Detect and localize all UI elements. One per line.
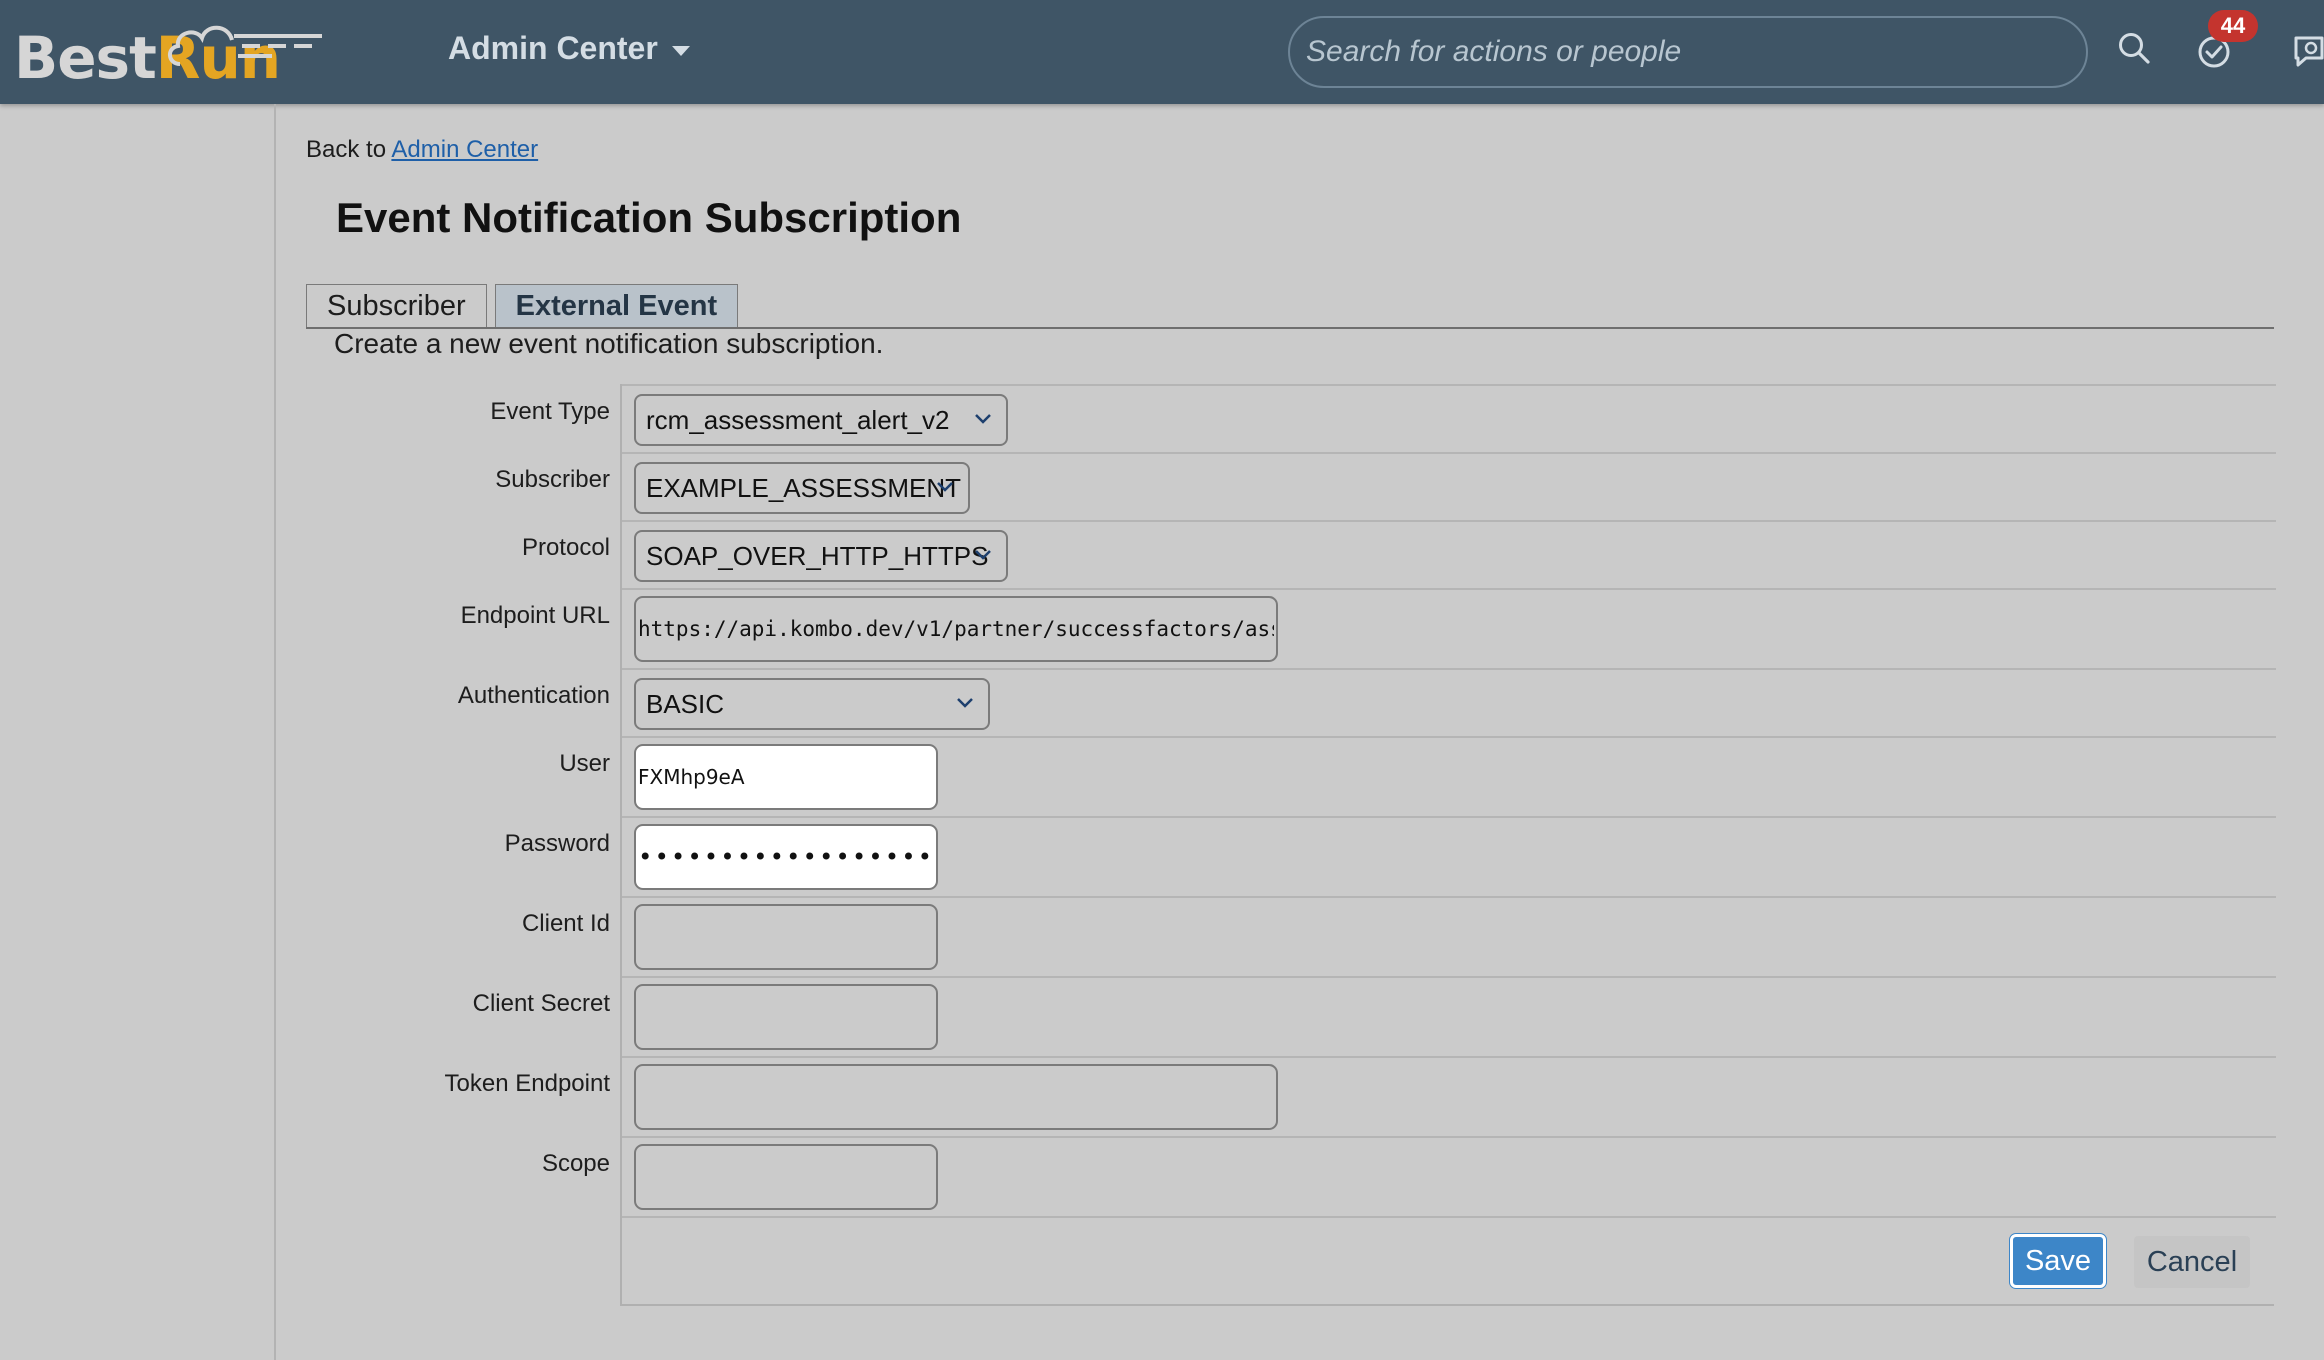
user-label: User xyxy=(559,750,610,777)
page-subtitle: Create a new event notification subscrip… xyxy=(334,328,884,359)
protocol-value: SOAP_OVER_HTTP_HTTPS xyxy=(646,540,989,571)
bestrun-logo[interactable]: BestRun xyxy=(12,16,332,92)
form-row-endpoint-url: Endpoint URL xyxy=(461,588,2276,668)
form-row-scope: Scope xyxy=(542,1136,2276,1216)
subscriber-label: Subscriber xyxy=(495,466,610,493)
search-input[interactable] xyxy=(1306,35,2086,69)
form-row-protocol: Protocol SOAP_OVER_HTTP_HTTPS xyxy=(522,520,2276,588)
chevron-down-icon xyxy=(975,550,991,560)
endpoint-url-label: Endpoint URL xyxy=(460,602,610,629)
form-row-authentication: Authentication BASIC xyxy=(458,668,2276,736)
form-row-client-secret: Client Secret xyxy=(473,976,2276,1056)
password-label: Password xyxy=(504,830,610,857)
form-row-actions-divider xyxy=(622,1216,2276,1218)
form-row-token-endpoint: Token Endpoint xyxy=(445,1056,2276,1136)
back-to-admin-center-link[interactable]: Admin Center xyxy=(391,136,538,163)
client-secret-label: Client Secret xyxy=(472,990,610,1017)
form-row-user: User xyxy=(559,736,2276,816)
form-row-event-type: Event Type rcm_assessment_alert_v2 xyxy=(490,384,2276,446)
endpoint-url-input[interactable] xyxy=(634,596,1278,662)
caret-down-icon xyxy=(671,45,690,56)
breadcrumb: Back to Admin Center xyxy=(306,136,538,164)
event-type-select[interactable]: rcm_assessment_alert_v2 xyxy=(634,394,1008,446)
form-row-client-id: Client Id xyxy=(522,896,2276,976)
save-button[interactable]: Save xyxy=(2010,1234,2106,1288)
protocol-label: Protocol xyxy=(521,534,610,561)
cancel-button[interactable]: Cancel xyxy=(2134,1236,2250,1288)
chevron-down-icon xyxy=(937,482,953,492)
client-secret-input[interactable] xyxy=(634,984,938,1050)
token-endpoint-input[interactable] xyxy=(634,1064,1278,1130)
client-id-label: Client Id xyxy=(521,910,610,937)
notification-badge: 44 xyxy=(2208,10,2258,42)
back-prefix: Back to xyxy=(306,136,387,163)
scope-label: Scope xyxy=(541,1150,610,1177)
user-input[interactable] xyxy=(634,744,938,810)
content-divider xyxy=(274,104,276,1360)
subscription-form: Event Type rcm_assessment_alert_v2 Subsc… xyxy=(445,384,2276,1306)
tab-bar: Subscriber External Event xyxy=(306,284,739,328)
subscriber-value: EXAMPLE_ASSESSMENT xyxy=(646,472,961,503)
form-row-password: Password xyxy=(505,816,2276,896)
chevron-down-icon xyxy=(975,414,991,424)
authentication-select[interactable]: BASIC xyxy=(634,678,990,730)
search-icon[interactable] xyxy=(2116,30,2152,66)
authentication-label: Authentication xyxy=(457,682,610,709)
protocol-select[interactable]: SOAP_OVER_HTTP_HTTPS xyxy=(634,530,1008,582)
logo-cloud-icon xyxy=(168,25,322,66)
subscriber-select[interactable]: EXAMPLE_ASSESSMENT xyxy=(634,462,970,514)
tab-subscriber[interactable]: Subscriber xyxy=(306,284,487,328)
form-row-subscriber: Subscriber EXAMPLE_ASSESSMENT xyxy=(495,452,2276,520)
global-search[interactable] xyxy=(1288,16,2088,88)
scope-input[interactable] xyxy=(634,1144,938,1210)
password-input[interactable] xyxy=(634,824,938,890)
logo-text-primary: Best xyxy=(14,24,157,92)
chevron-down-icon xyxy=(957,698,973,708)
feedback-icon[interactable] xyxy=(2292,34,2324,70)
admin-center-menu[interactable]: Admin Center xyxy=(448,30,690,67)
admin-center-menu-label: Admin Center xyxy=(448,30,658,66)
token-endpoint-label: Token Endpoint xyxy=(444,1070,610,1097)
tab-external-event[interactable]: External Event xyxy=(494,284,739,328)
shell-bar: BestRun Admin Center 44 xyxy=(0,0,2324,104)
authentication-value: BASIC xyxy=(646,688,725,719)
event-type-label: Event Type xyxy=(490,398,610,425)
event-type-value: rcm_assessment_alert_v2 xyxy=(646,404,950,435)
page-title: Event Notification Subscription xyxy=(336,194,962,241)
client-id-input[interactable] xyxy=(634,904,938,970)
